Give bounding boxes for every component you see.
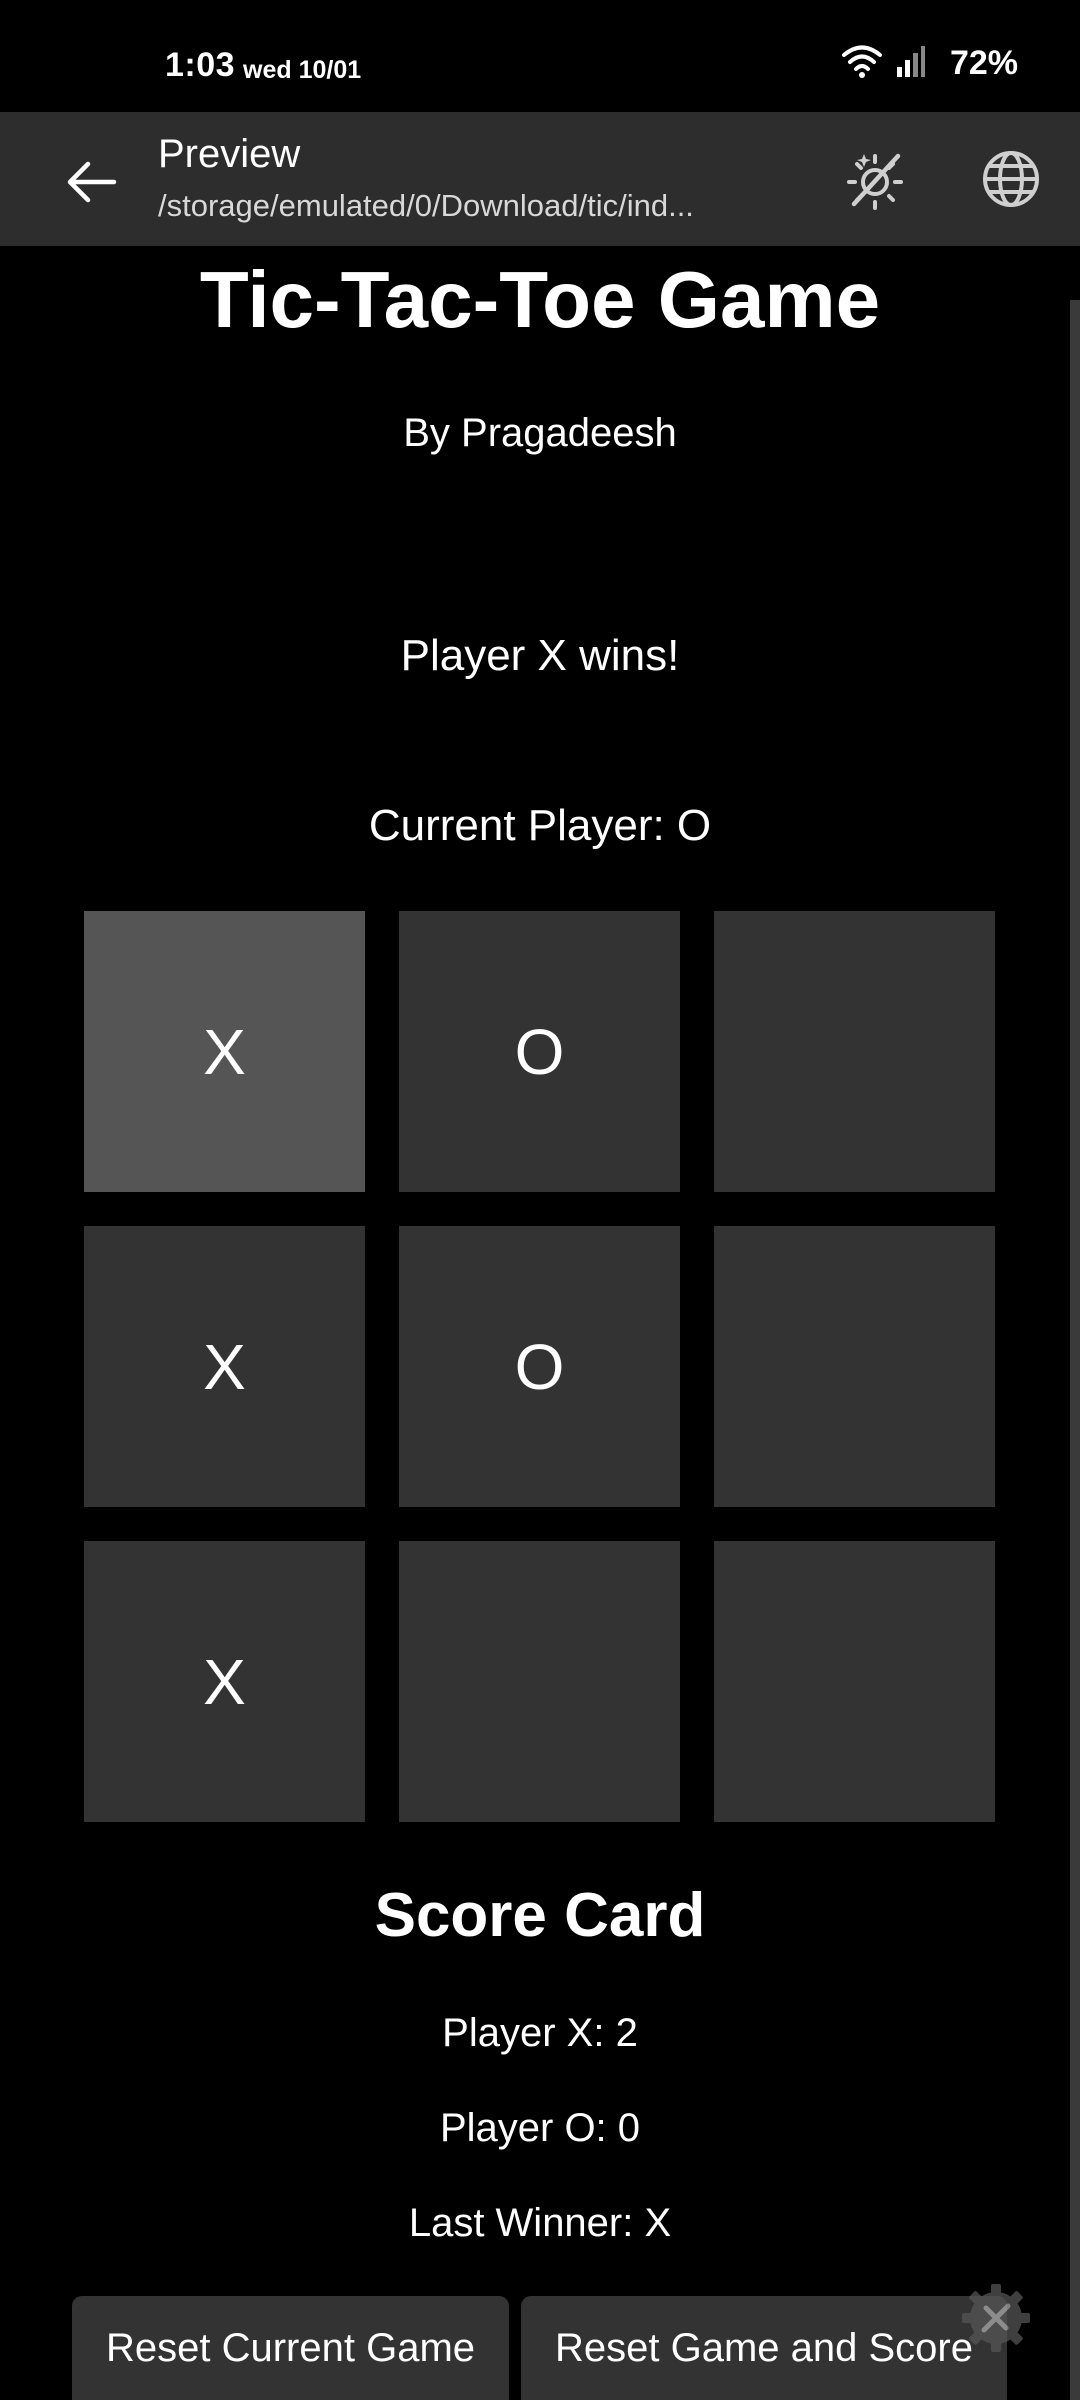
globe-icon: [981, 149, 1041, 214]
current-player-label: Current Player: O: [368, 801, 712, 850]
theme-toggle-icon: [844, 148, 906, 215]
reset-game-and-score-button[interactable]: Reset Game and Score: [521, 2296, 1007, 2400]
back-button[interactable]: [60, 152, 124, 216]
board-cell[interactable]: [714, 911, 995, 1192]
board-cell[interactable]: X: [84, 1226, 365, 1507]
score-player-o: Player O: 0: [439, 2106, 641, 2150]
board-cell[interactable]: [399, 1541, 680, 1822]
status-date: wed 10/01: [243, 56, 362, 84]
board-cell[interactable]: X: [84, 1541, 365, 1822]
scrollbar[interactable]: [1070, 300, 1080, 2400]
board-cell[interactable]: X: [84, 911, 365, 1192]
app-bar-file-path: /storage/emulated/0/Download/tic/ind...: [158, 188, 694, 223]
score-card-title: Score Card: [374, 1881, 706, 1950]
board-cell[interactable]: [714, 1541, 995, 1822]
board-cell[interactable]: O: [399, 1226, 680, 1507]
last-winner-label: Last Winner: X: [408, 2201, 672, 2245]
game-board: X O X O X: [84, 911, 995, 1822]
dev-tools-button[interactable]: [958, 2282, 1034, 2358]
app-bar: Preview /storage/emulated/0/Download/tic…: [0, 112, 1080, 246]
language-button[interactable]: [976, 146, 1046, 216]
status-bar: 1:03 wed 10/01 72%: [0, 0, 1080, 112]
game-result-message: Player X wins!: [400, 631, 680, 680]
board-cell[interactable]: O: [399, 911, 680, 1192]
gear-icon: [960, 2282, 1032, 2359]
status-time: 1:03: [165, 46, 236, 84]
battery-percent: 72%: [949, 44, 1018, 82]
page-title: Tic-Tac-Toe Game: [199, 255, 881, 344]
signal-icon: [896, 45, 926, 82]
author-byline: By Pragadeesh: [403, 411, 677, 455]
reset-current-game-button[interactable]: Reset Current Game: [72, 2296, 509, 2400]
board-cell[interactable]: [714, 1226, 995, 1507]
wifi-icon: [841, 44, 882, 83]
arrow-left-icon: [66, 160, 118, 209]
status-icons: 72%: [841, 44, 1018, 83]
score-player-x: Player X: 2: [442, 2011, 638, 2055]
theme-toggle-button[interactable]: [840, 146, 910, 216]
app-bar-title: Preview: [158, 132, 301, 176]
